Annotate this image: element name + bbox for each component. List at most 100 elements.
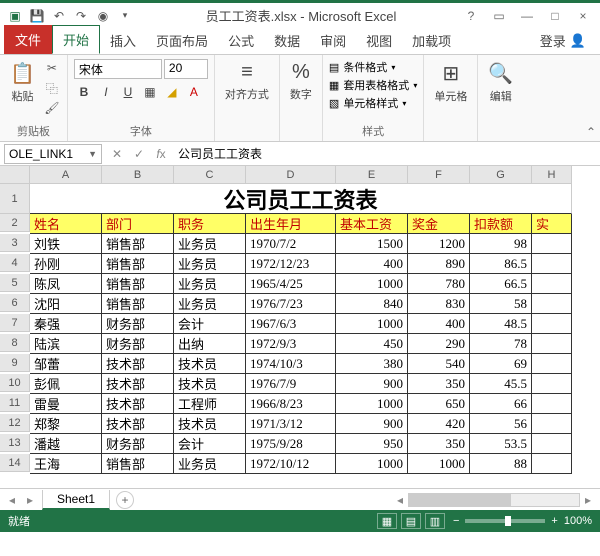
- column-header[interactable]: F: [408, 166, 470, 184]
- data-cell[interactable]: 技术部: [102, 414, 174, 434]
- scroll-track[interactable]: [408, 493, 580, 507]
- row-header[interactable]: 11: [0, 394, 30, 412]
- maximize-icon[interactable]: □: [546, 9, 564, 23]
- data-cell[interactable]: 780: [408, 274, 470, 294]
- minimize-icon[interactable]: —: [518, 9, 536, 23]
- data-cell[interactable]: [532, 254, 572, 274]
- scroll-right-icon[interactable]: ▸: [582, 493, 594, 507]
- data-cell[interactable]: [532, 234, 572, 254]
- cut-icon[interactable]: ✂: [43, 59, 61, 77]
- bold-button[interactable]: B: [74, 82, 94, 102]
- data-cell[interactable]: 66: [470, 394, 532, 414]
- row-header[interactable]: 14: [0, 454, 30, 472]
- data-cell[interactable]: 技术部: [102, 374, 174, 394]
- formula-input[interactable]: 公司员工工资表: [172, 145, 600, 162]
- data-cell[interactable]: 业务员: [174, 234, 246, 254]
- help-icon[interactable]: ?: [462, 9, 480, 23]
- data-cell[interactable]: 业务员: [174, 294, 246, 314]
- data-cell[interactable]: 邹蕾: [30, 354, 102, 374]
- sheet-title-cell[interactable]: 公司员工工资表: [30, 184, 572, 214]
- data-cell[interactable]: 1000: [336, 394, 408, 414]
- data-cell[interactable]: 69: [470, 354, 532, 374]
- sheet-nav-next-icon[interactable]: ▸: [24, 493, 36, 507]
- data-cell[interactable]: 1500: [336, 234, 408, 254]
- data-cell[interactable]: 350: [408, 374, 470, 394]
- row-header[interactable]: 3: [0, 234, 30, 252]
- data-cell[interactable]: 1000: [408, 454, 470, 474]
- enter-formula-icon[interactable]: ✓: [128, 147, 150, 161]
- data-cell[interactable]: 350: [408, 434, 470, 454]
- row-header[interactable]: 5: [0, 274, 30, 292]
- column-header[interactable]: B: [102, 166, 174, 184]
- data-cell[interactable]: [532, 454, 572, 474]
- data-cell[interactable]: 380: [336, 354, 408, 374]
- data-cell[interactable]: 秦强: [30, 314, 102, 334]
- undo-icon[interactable]: ↶: [52, 9, 66, 23]
- tab-home[interactable]: 开始: [52, 25, 100, 54]
- camera-icon[interactable]: ◉: [96, 9, 110, 23]
- data-cell[interactable]: 财务部: [102, 314, 174, 334]
- data-cell[interactable]: 53.5: [470, 434, 532, 454]
- data-cell[interactable]: 48.5: [470, 314, 532, 334]
- data-cell[interactable]: 400: [336, 254, 408, 274]
- data-cell[interactable]: [532, 294, 572, 314]
- data-cell[interactable]: [532, 434, 572, 454]
- table-format-button[interactable]: ▦套用表格格式▾: [329, 77, 417, 93]
- close-icon[interactable]: ×: [574, 9, 592, 23]
- data-cell[interactable]: 1972/12/23: [246, 254, 336, 274]
- data-cell[interactable]: [532, 354, 572, 374]
- data-cell[interactable]: 1000: [336, 274, 408, 294]
- data-cell[interactable]: [532, 334, 572, 354]
- horizontal-scrollbar[interactable]: ◂ ▸: [394, 493, 594, 507]
- cells-button[interactable]: ⊞ 单元格: [430, 59, 471, 106]
- row-header[interactable]: 13: [0, 434, 30, 452]
- row-header[interactable]: 7: [0, 314, 30, 332]
- data-cell[interactable]: [532, 374, 572, 394]
- row-header[interactable]: 9: [0, 354, 30, 372]
- ribbon-toggle-icon[interactable]: ▭: [490, 9, 508, 23]
- data-cell[interactable]: 业务员: [174, 254, 246, 274]
- tab-formulas[interactable]: 公式: [218, 27, 264, 54]
- row-header[interactable]: 10: [0, 374, 30, 392]
- data-cell[interactable]: 彭佩: [30, 374, 102, 394]
- data-cell[interactable]: 650: [408, 394, 470, 414]
- data-cell[interactable]: [532, 314, 572, 334]
- column-header[interactable]: A: [30, 166, 102, 184]
- cell-style-button[interactable]: ▧单元格样式▾: [329, 95, 417, 111]
- data-cell[interactable]: 沈阳: [30, 294, 102, 314]
- data-cell[interactable]: 900: [336, 374, 408, 394]
- table-header-cell[interactable]: 奖金: [408, 214, 470, 234]
- table-header-cell[interactable]: 部门: [102, 214, 174, 234]
- underline-button[interactable]: U: [118, 82, 138, 102]
- data-cell[interactable]: 1975/9/28: [246, 434, 336, 454]
- data-cell[interactable]: 技术员: [174, 374, 246, 394]
- data-cell[interactable]: 830: [408, 294, 470, 314]
- data-cell[interactable]: 技术员: [174, 354, 246, 374]
- data-cell[interactable]: 刘铁: [30, 234, 102, 254]
- row-header[interactable]: 1: [0, 184, 30, 214]
- table-header-cell[interactable]: 实: [532, 214, 572, 234]
- data-cell[interactable]: 540: [408, 354, 470, 374]
- data-cell[interactable]: [532, 414, 572, 434]
- data-cell[interactable]: 88: [470, 454, 532, 474]
- data-cell[interactable]: 840: [336, 294, 408, 314]
- column-header[interactable]: C: [174, 166, 246, 184]
- data-cell[interactable]: 1965/4/25: [246, 274, 336, 294]
- data-cell[interactable]: [532, 274, 572, 294]
- zoom-slider[interactable]: [465, 519, 545, 523]
- data-cell[interactable]: 400: [408, 314, 470, 334]
- column-header[interactable]: G: [470, 166, 532, 184]
- format-painter-icon[interactable]: 🖌: [43, 99, 61, 117]
- tab-login[interactable]: 登录👤: [530, 27, 596, 54]
- align-button[interactable]: ≡ 对齐方式: [221, 59, 273, 104]
- data-cell[interactable]: 45.5: [470, 374, 532, 394]
- sheet-nav-prev-icon[interactable]: ◂: [6, 493, 18, 507]
- redo-icon[interactable]: ↷: [74, 9, 88, 23]
- data-cell[interactable]: 郑黎: [30, 414, 102, 434]
- editing-button[interactable]: 🔍 编辑: [484, 59, 517, 106]
- data-cell[interactable]: [532, 394, 572, 414]
- data-cell[interactable]: 业务员: [174, 274, 246, 294]
- data-cell[interactable]: 950: [336, 434, 408, 454]
- data-cell[interactable]: 1971/3/12: [246, 414, 336, 434]
- border-button[interactable]: ▦: [140, 82, 160, 102]
